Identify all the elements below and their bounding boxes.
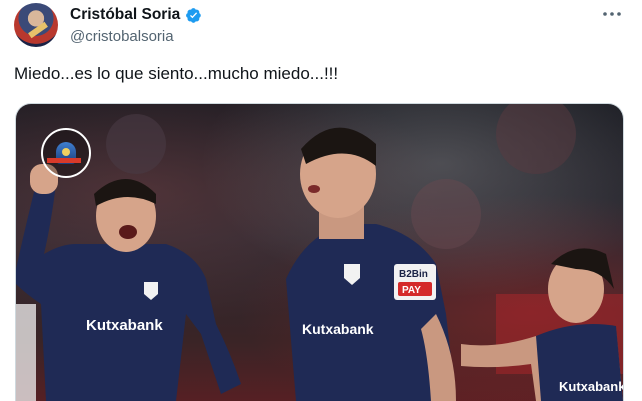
display-name[interactable]: Cristóbal Soria	[70, 6, 180, 24]
author-name-row: Cristóbal Soria	[70, 5, 202, 25]
badge-line2: PAY	[402, 285, 421, 296]
tweet-card: Cristóbal Soria @cristobalsoria Miedo...…	[0, 0, 642, 401]
tweet-text: Miedo...es lo que siento...mucho miedo..…	[14, 64, 339, 83]
left-jersey-sponsor: Kutxabank	[86, 317, 163, 334]
more-horizontal-icon[interactable]	[596, 2, 628, 26]
badge-line1: B2Bin	[399, 269, 428, 280]
author-handle[interactable]: @cristobalsoria	[70, 28, 174, 45]
tweet-media-photo[interactable]: Kutxabank Kutxabank B2Bin PAY Kutxabank	[15, 103, 624, 401]
avatar[interactable]	[14, 3, 58, 47]
watermark-logo	[41, 128, 91, 178]
verified-badge-icon	[186, 7, 202, 23]
right-jersey-sponsor: Kutxabank	[559, 379, 623, 394]
photo-scene: Kutxabank Kutxabank B2Bin PAY Kutxabank	[16, 104, 623, 401]
center-jersey-sponsor: Kutxabank	[302, 321, 374, 337]
